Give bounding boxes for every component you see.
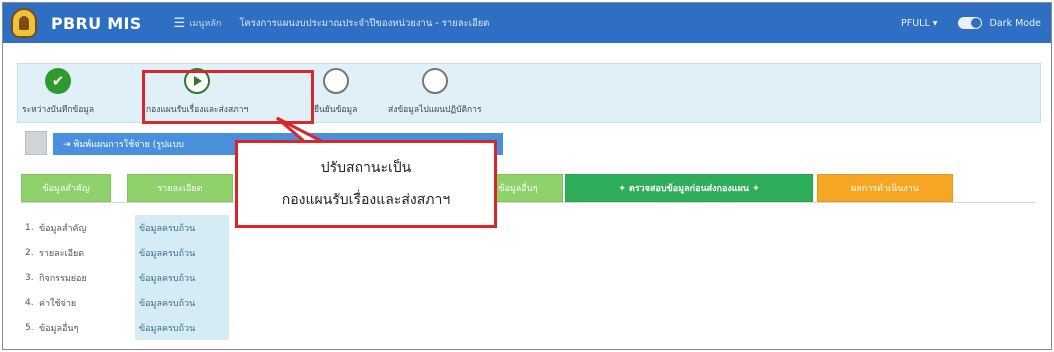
navbar-right: PFULL ▾ Dark Mode xyxy=(901,17,1051,29)
status-badge: ข้อมูลครบถ้วน xyxy=(135,265,229,290)
table-row: 2. รายละเอียด ข้อมูลครบถ้วน xyxy=(25,240,229,265)
menu-label[interactable]: เมนูหลัก xyxy=(189,16,221,30)
table-row: 4. ค่าใช้จ่าย ข้อมูลครบถ้วน xyxy=(25,290,229,315)
check-icon: ✔ xyxy=(45,68,72,94)
university-logo-icon xyxy=(11,8,37,38)
dark-mode-label: Dark Mode xyxy=(989,17,1041,29)
status-badge: ข้อมูลครบถ้วน xyxy=(135,240,229,265)
top-navbar: PBRU MIS ☰ เมนูหลัก โครงการแผนงบประมาณปร… xyxy=(3,3,1051,43)
table-row: 1. ข้อมูลสำคัญ ข้อมูลครบถ้วน xyxy=(25,215,229,240)
callout-line-2: กองแผนรับเรื่องและส่งสภาฯ xyxy=(281,192,451,208)
step-3: ยืนยันข้อมูล xyxy=(314,68,357,116)
step-1: ✔ ระหว่างบันทึกข้อมูล xyxy=(22,68,94,116)
verification-checklist: 1. ข้อมูลสำคัญ ข้อมูลครบถ้วน 2. รายละเอี… xyxy=(25,215,229,340)
dark-mode-toggle[interactable] xyxy=(957,17,982,29)
brand-title[interactable]: PBRU MIS xyxy=(51,14,142,33)
app-window: PBRU MIS ☰ เมนูหลัก โครงการแผนงบประมาณปร… xyxy=(2,2,1052,350)
step-4: ส่งข้อมูลไปแผนปฏิบัติการ xyxy=(388,68,482,116)
empty-circle-icon xyxy=(322,68,349,94)
tab-results[interactable]: ผลการดำเนินงาน xyxy=(817,174,953,202)
status-badge: ข้อมูลครบถ้วน xyxy=(135,315,229,340)
status-badge: ข้อมูลครบถ้วน xyxy=(135,215,229,240)
page-title: โครงการแผนงบประมาณประจำปีของหน่วยงาน - ร… xyxy=(239,17,490,29)
step-4-label: ส่งข้อมูลไปแผนปฏิบัติการ xyxy=(388,105,482,115)
tab-verify-before-send[interactable]: ✦ ตรวจสอบข้อมูลก่อนส่งกองแผน ✦ xyxy=(565,174,813,202)
tab-divider xyxy=(21,202,1035,203)
tab-details[interactable]: รายละเอียด xyxy=(127,174,233,202)
step-1-label: ระหว่างบันทึกข้อมูล xyxy=(22,105,95,115)
table-row: 5. ข้อมูลอื่นๆ ข้อมูลครบถ้วน xyxy=(25,315,229,340)
callout-line-1: ปรับสถานะเป็น xyxy=(320,160,412,176)
tab-important-info[interactable]: ข้อมูลสำคัญ xyxy=(21,174,111,202)
callout-annotation: ปรับสถานะเป็น กองแผนรับเรื่องและส่งสภาฯ xyxy=(235,140,497,228)
table-row: 3. กิจกรรมย่อย ข้อมูลครบถ้วน xyxy=(25,265,229,290)
user-menu[interactable]: PFULL ▾ xyxy=(901,18,938,29)
collapse-tab[interactable] xyxy=(25,131,47,155)
hamburger-icon[interactable]: ☰ xyxy=(174,16,186,31)
empty-circle-icon xyxy=(421,68,448,94)
step-3-label: ยืนยันข้อมูล xyxy=(314,105,358,115)
status-badge: ข้อมูลครบถ้วน xyxy=(135,290,229,315)
